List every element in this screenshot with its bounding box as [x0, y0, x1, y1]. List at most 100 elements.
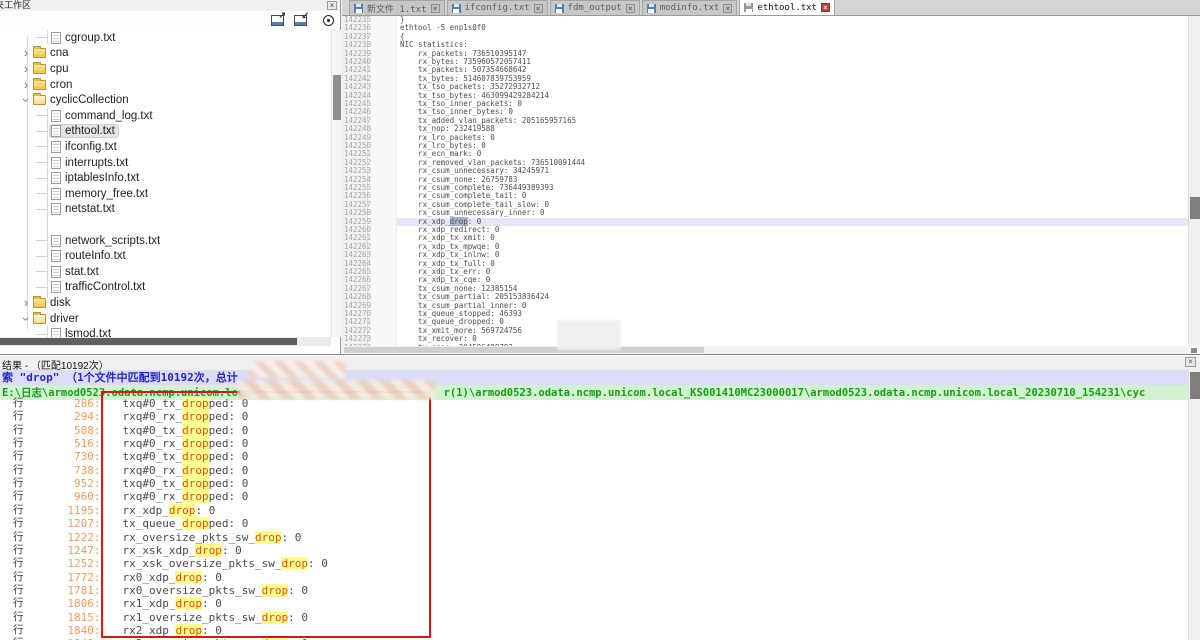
- tree-item-interrupts-txt[interactable]: interrupts.txt: [0, 155, 331, 171]
- line-label: 行: [13, 557, 24, 570]
- tree-item-routeInfo-txt[interactable]: routeInfo.txt: [0, 248, 331, 264]
- tree-item-network_scripts-txt[interactable]: network_scripts.txt: [0, 233, 331, 249]
- tree-item-cna[interactable]: ›cna: [0, 46, 331, 62]
- file-icon: [51, 157, 61, 169]
- tab-ifconfig-txt[interactable]: ifconfig.txt×: [447, 0, 548, 15]
- tree-item-label: iptablesInfo.txt: [65, 172, 139, 184]
- tree-item-disk[interactable]: ›disk: [0, 295, 331, 311]
- save-floppy-icon: [647, 4, 656, 13]
- tree-spacer: [0, 217, 331, 233]
- file-icon: [51, 281, 61, 293]
- open-folder-icon: [33, 314, 46, 324]
- tab-close-icon[interactable]: ×: [723, 4, 732, 13]
- tab-modinfo-txt[interactable]: modinfo.txt×: [642, 0, 738, 15]
- editor-horizontal-scrollbar-thumb[interactable]: [344, 347, 704, 353]
- tree-item-command_log-txt[interactable]: command_log.txt: [0, 108, 331, 124]
- tab-fdm_output[interactable]: fdm_output ×: [550, 0, 640, 15]
- tree-item-iptablesInfo-txt[interactable]: iptablesInfo.txt: [0, 170, 331, 186]
- file-tree: cgroup.txt›cna›cpu›cron›cyclicCollection…: [0, 30, 331, 337]
- line-label: 行: [13, 464, 24, 477]
- editor-horizontal-scrollbar[interactable]: [342, 346, 1188, 354]
- results-close-icon[interactable]: ×: [1185, 357, 1196, 367]
- match-line-number: 1815:: [24, 611, 101, 624]
- file-icon: [51, 125, 61, 137]
- tree-item-stat-txt[interactable]: stat.txt: [0, 264, 331, 280]
- tree-item-label: netstat.txt: [65, 203, 115, 215]
- match-line-number: 1781:: [24, 584, 101, 597]
- line-label: 行: [13, 450, 24, 463]
- file-icon: [51, 188, 61, 200]
- search-summary-line[interactable]: 索 "drop" （1个文件中匹配到10192次，总计: [0, 370, 1188, 385]
- tree-connector-line: [36, 146, 48, 147]
- tab-close-icon[interactable]: ×: [431, 4, 440, 13]
- tree-item-cyclicCollection[interactable]: ›cyclicCollection: [0, 92, 331, 108]
- tree-item-driver[interactable]: ›driver: [0, 311, 331, 327]
- tree-connector-line: [36, 131, 48, 132]
- tree-item-label: cgroup.txt: [65, 32, 116, 44]
- workspace-panel: 夹工作区 × ↗ ↙ cgroup.txt›cna›cpu›cron›cycli…: [0, 0, 341, 354]
- tree-item-label: trafficControl.txt: [65, 281, 145, 293]
- line-label: 行: [13, 544, 24, 557]
- tree-item-lsmod-txt[interactable]: lsmod.txt: [0, 326, 331, 337]
- tree-item-netstat-txt[interactable]: netstat.txt: [0, 202, 331, 218]
- tree-item-selection: iptablesInfo.txt: [50, 172, 142, 184]
- match-line-number: 508:: [24, 424, 101, 437]
- tree-item-trafficControl-txt[interactable]: trafficControl.txt: [0, 280, 331, 296]
- editor-vertical-scrollbar[interactable]: [1188, 16, 1200, 346]
- tab-close-icon[interactable]: ×: [626, 4, 635, 13]
- chevron-right-icon[interactable]: ›: [20, 48, 32, 58]
- match-line-number: 730:: [24, 450, 101, 463]
- results-vertical-scrollbar[interactable]: [1188, 370, 1200, 640]
- tree-item-cron[interactable]: ›cron: [0, 77, 331, 93]
- chevron-right-icon[interactable]: ›: [20, 64, 32, 74]
- tree-vertical-scrollbar-thumb[interactable]: [333, 75, 341, 120]
- line-label: 行: [13, 517, 24, 530]
- line-label: 行: [13, 611, 24, 624]
- tree-item-memory_free-txt[interactable]: memory_free.txt: [0, 186, 331, 202]
- tab-label: modinfo.txt: [660, 3, 720, 13]
- tree-horizontal-scrollbar[interactable]: [0, 337, 331, 346]
- tree-vertical-scrollbar[interactable]: [331, 30, 341, 337]
- file-icon: [51, 266, 61, 278]
- tree-item-ifconfig-txt[interactable]: ifconfig.txt: [0, 139, 331, 155]
- tab-label: fdm_output: [568, 3, 622, 13]
- tab-ethtool-txt[interactable]: ethtool.txt×: [739, 0, 835, 15]
- match-line-number: 960:: [24, 490, 101, 503]
- line-label: 行: [13, 437, 24, 450]
- tree-connector-line: [36, 256, 48, 257]
- results-vertical-scrollbar-thumb[interactable]: [1190, 372, 1200, 399]
- chevron-down-icon[interactable]: ›: [21, 94, 31, 106]
- match-line-number: 1252:: [24, 557, 101, 570]
- workspace-close-icon[interactable]: ×: [327, 1, 337, 10]
- tree-item-ethtool-txt[interactable]: ethtool.txt: [0, 124, 331, 140]
- locate-file-icon[interactable]: [323, 15, 334, 26]
- match-line-number: 1247:: [24, 544, 101, 557]
- tree-item-cpu[interactable]: ›cpu: [0, 61, 331, 77]
- tree-item-selection: stat.txt: [50, 266, 102, 278]
- popout-window-icon[interactable]: ↗: [271, 15, 284, 26]
- tree-item-selection: netstat.txt: [50, 203, 118, 215]
- tree-item-selection: trafficControl.txt: [50, 281, 148, 293]
- file-icon: [51, 110, 61, 122]
- tab--1-txt[interactable]: 新文件 1.txt×: [349, 0, 445, 15]
- tree-horizontal-scrollbar-thumb[interactable]: [0, 338, 297, 345]
- chevron-down-icon[interactable]: ›: [21, 313, 31, 325]
- tree-item-selection: disk: [32, 297, 73, 309]
- tree-item-cgroup-txt[interactable]: cgroup.txt: [0, 30, 331, 46]
- tab-close-icon[interactable]: ×: [821, 3, 830, 12]
- editor-vertical-scrollbar-thumb[interactable]: [1190, 197, 1200, 219]
- file-icon: [51, 172, 61, 184]
- tab-close-icon[interactable]: ×: [534, 4, 543, 13]
- dock-window-icon[interactable]: ↙: [294, 15, 307, 26]
- tree-item-selection: interrupts.txt: [50, 157, 131, 169]
- line-label: 行: [13, 397, 24, 410]
- line-label: 行: [13, 597, 24, 610]
- chevron-right-icon[interactable]: ›: [20, 298, 32, 308]
- tree-item-selection: ifconfig.txt: [50, 141, 120, 153]
- redaction-blur: [238, 380, 435, 399]
- match-line-number: 1806:: [24, 597, 101, 610]
- chevron-right-icon[interactable]: ›: [20, 80, 32, 90]
- editor-text-area[interactable]: 142235}142236ethtool -S enp1s0f0142237{1…: [342, 16, 1188, 346]
- tree-item-label: stat.txt: [65, 266, 99, 278]
- tree-item-selection: cna: [32, 47, 72, 59]
